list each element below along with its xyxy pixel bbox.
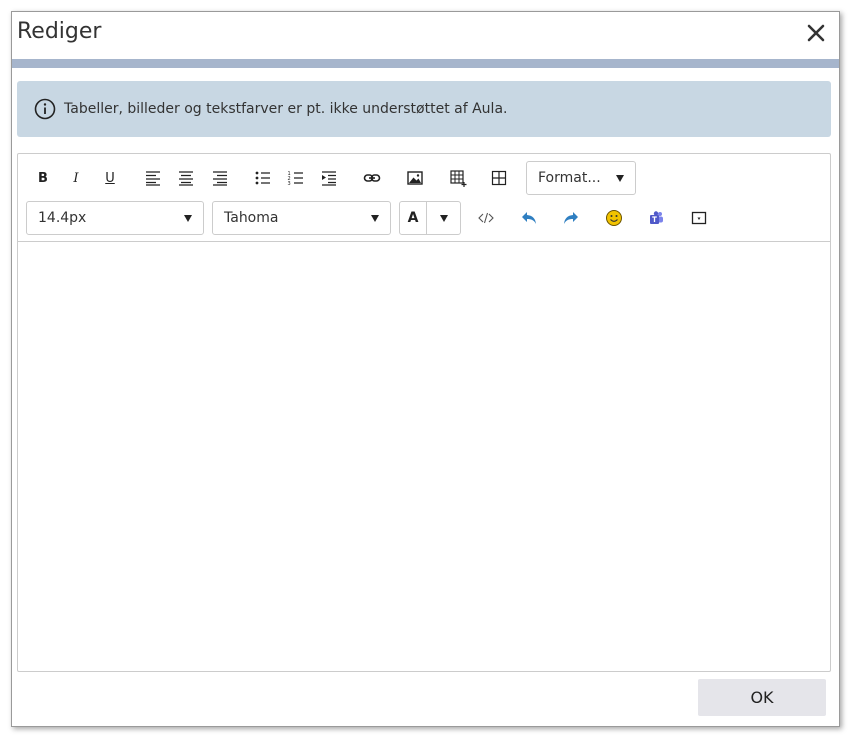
edit-dialog: Rediger Tabeller, billeder og tekstfarve… — [11, 11, 840, 727]
align-right-icon[interactable] — [206, 164, 234, 192]
bold-label: B — [38, 170, 48, 186]
source-code-icon[interactable] — [472, 204, 500, 232]
teams-icon[interactable] — [642, 204, 670, 232]
dialog-title-bar: Rediger — [12, 12, 839, 60]
emoji-icon[interactable] — [600, 204, 628, 232]
text-color-apply[interactable]: A — [400, 202, 427, 234]
bold-button[interactable]: B — [29, 164, 57, 192]
svg-text:3: 3 — [288, 181, 291, 187]
align-center-icon[interactable] — [172, 164, 200, 192]
chevron-down-icon — [616, 175, 624, 182]
media-icon[interactable] — [685, 204, 713, 232]
editor-toolbar: B I U 1 2 3 Format... 14.4px Tahoma A — [18, 154, 830, 242]
text-color-button[interactable]: A — [399, 201, 461, 235]
font-family-dropdown[interactable]: Tahoma — [212, 201, 391, 235]
table-icon[interactable] — [485, 164, 513, 192]
underline-label: U — [105, 170, 115, 186]
font-size-value: 14.4px — [38, 210, 87, 226]
rich-text-editor: B I U 1 2 3 Format... 14.4px Tahoma A — [17, 153, 831, 672]
font-size-dropdown[interactable]: 14.4px — [26, 201, 204, 235]
ok-button[interactable]: OK — [698, 679, 826, 716]
indent-icon[interactable] — [315, 164, 343, 192]
chevron-down-icon — [371, 215, 379, 222]
italic-label: I — [73, 170, 79, 186]
text-color-label: A — [407, 210, 419, 226]
toolbar-row-1: B I U 1 2 3 Format... — [18, 158, 830, 198]
numbered-list-icon[interactable]: 123 — [282, 164, 310, 192]
editor-content-area[interactable] — [18, 243, 830, 671]
info-banner: Tabeller, billeder og tekstfarver er pt.… — [17, 81, 831, 137]
text-color-dropdown[interactable] — [428, 202, 460, 234]
chevron-down-icon — [440, 215, 448, 222]
image-icon[interactable] — [401, 164, 429, 192]
redo-icon[interactable] — [557, 204, 585, 232]
chevron-down-icon — [184, 215, 192, 222]
dialog-title: Rediger — [17, 19, 102, 44]
font-family-value: Tahoma — [224, 210, 279, 226]
toolbar-row-2: 14.4px Tahoma A — [18, 198, 830, 238]
italic-button[interactable]: I — [62, 164, 90, 192]
close-icon[interactable] — [805, 22, 827, 44]
title-stripe — [12, 59, 839, 68]
format-dropdown[interactable]: Format... — [526, 161, 636, 195]
info-icon — [34, 98, 56, 120]
underline-button[interactable]: U — [96, 164, 124, 192]
bullet-list-icon[interactable] — [249, 164, 277, 192]
align-left-icon[interactable] — [139, 164, 167, 192]
link-icon[interactable] — [358, 164, 386, 192]
insert-table-icon[interactable] — [444, 164, 472, 192]
undo-icon[interactable] — [515, 204, 543, 232]
format-dropdown-label: Format... — [538, 170, 601, 186]
info-text: Tabeller, billeder og tekstfarver er pt.… — [64, 101, 508, 117]
